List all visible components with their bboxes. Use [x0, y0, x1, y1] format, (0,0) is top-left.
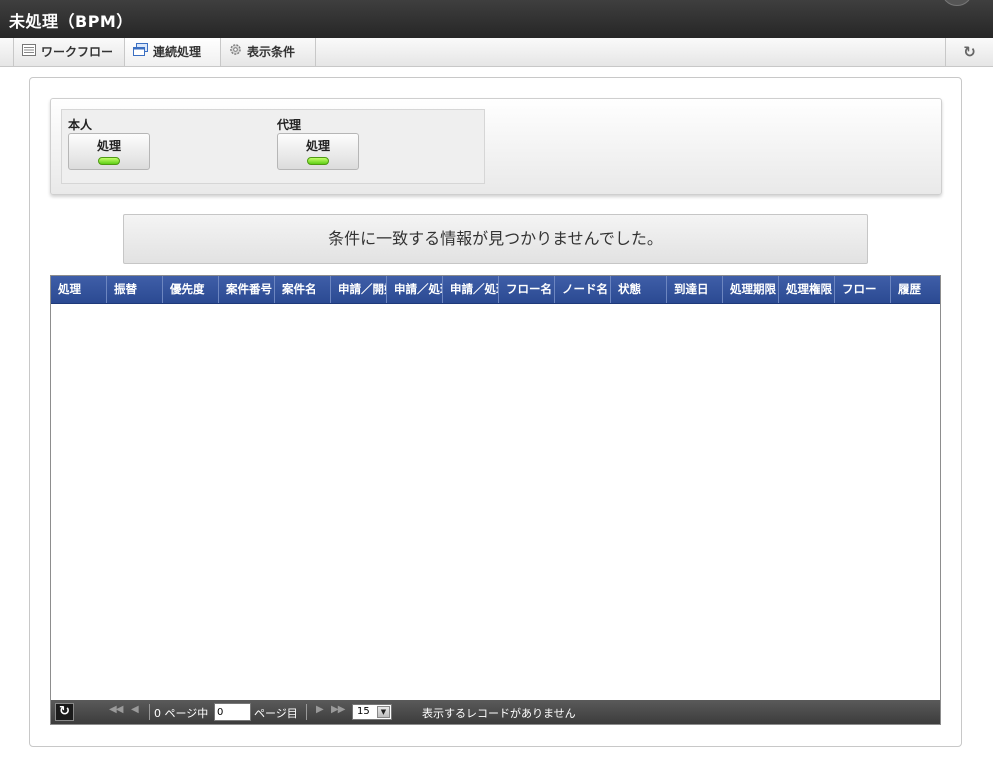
- pager-divider: [149, 704, 150, 720]
- mode-self-label: 本人: [68, 118, 93, 132]
- page-suffix-label: ページ目: [254, 707, 298, 720]
- list-icon: [22, 38, 36, 66]
- processing-mode-panel: 本人 処理 代理 処理: [50, 98, 942, 195]
- column-header[interactable]: 状態: [611, 276, 667, 303]
- proxy-process-button[interactable]: 処理: [277, 133, 359, 170]
- column-header[interactable]: 処理: [51, 276, 107, 303]
- self-process-button[interactable]: 処理: [68, 133, 150, 170]
- task-grid: 処理 振替 優先度 案件番号 案件名 申請／開始 申請／処理 申請／処理 フロー…: [50, 275, 941, 725]
- column-header[interactable]: 案件名: [275, 276, 331, 303]
- column-header[interactable]: ノード名: [555, 276, 611, 303]
- tab-continuous-label: 連続処理: [153, 45, 202, 59]
- page-number-input[interactable]: [214, 703, 251, 721]
- page-size-value: 15: [357, 706, 370, 717]
- tab-display-label: 表示条件: [247, 45, 296, 59]
- refresh-button[interactable]: ↻: [945, 38, 993, 66]
- page-count-label: 0 ページ中: [154, 707, 209, 720]
- status-led-icon: [98, 157, 120, 165]
- windows-icon: [133, 38, 148, 66]
- tab-workflow[interactable]: ワークフロー: [13, 38, 125, 66]
- refresh-icon: ↻: [59, 704, 70, 719]
- grid-header: 処理 振替 優先度 案件番号 案件名 申請／開始 申請／処理 申請／処理 フロー…: [51, 276, 940, 304]
- column-header[interactable]: 申請／処理: [387, 276, 443, 303]
- column-header[interactable]: 履歴: [891, 276, 940, 303]
- no-results-message: 条件に一致する情報が見つかりませんでした。: [123, 214, 868, 264]
- last-page-icon[interactable]: ▶▶: [331, 704, 345, 715]
- gear-icon: [229, 38, 242, 66]
- first-page-icon[interactable]: ◀◀: [109, 704, 123, 715]
- mode-self: 本人 処理: [68, 116, 150, 170]
- tab-display-conditions[interactable]: 表示条件: [221, 38, 316, 66]
- page-size-select[interactable]: 15 ▼: [352, 704, 392, 720]
- column-header[interactable]: 振替: [107, 276, 163, 303]
- self-process-button-label: 処理: [96, 139, 121, 153]
- column-header[interactable]: 処理期限: [723, 276, 779, 303]
- tab-continuous-process[interactable]: 連続処理: [125, 38, 221, 66]
- mode-button-group: 本人 処理 代理 処理: [61, 109, 485, 184]
- title-bar: 未処理（BPM）: [0, 0, 993, 38]
- next-page-icon[interactable]: ▶: [316, 704, 324, 715]
- chevron-down-icon: ▼: [377, 706, 390, 718]
- column-header[interactable]: 案件番号: [219, 276, 275, 303]
- status-led-icon: [307, 157, 329, 165]
- mode-proxy-label: 代理: [277, 118, 302, 132]
- column-header[interactable]: 優先度: [163, 276, 219, 303]
- page-title: 未処理（BPM）: [9, 12, 133, 31]
- column-header[interactable]: 申請／処理: [443, 276, 499, 303]
- refresh-icon: ↻: [963, 43, 976, 61]
- mode-proxy: 代理 処理: [277, 116, 359, 170]
- proxy-process-button-label: 処理: [305, 139, 330, 153]
- pager: ↻ ◀◀ ◀ 0 ページ中 ページ目 ▶ ▶▶ 15 ▼ 表示するレコードがあり…: [51, 700, 940, 724]
- column-header[interactable]: 申請／開始: [331, 276, 387, 303]
- column-header[interactable]: フロー名: [499, 276, 555, 303]
- pager-divider: [306, 704, 307, 720]
- column-header[interactable]: 処理権限: [779, 276, 835, 303]
- toolbar: ワークフロー 連続処理 表示条件 ↻: [0, 38, 993, 67]
- tab-workflow-label: ワークフロー: [41, 45, 114, 59]
- pager-status: 表示するレコードがありません: [422, 707, 576, 720]
- reload-button[interactable]: ↻: [55, 703, 74, 721]
- avatar[interactable]: [941, 0, 973, 6]
- column-header[interactable]: フロー: [835, 276, 891, 303]
- prev-page-icon[interactable]: ◀: [131, 704, 139, 715]
- column-header[interactable]: 到達日: [667, 276, 723, 303]
